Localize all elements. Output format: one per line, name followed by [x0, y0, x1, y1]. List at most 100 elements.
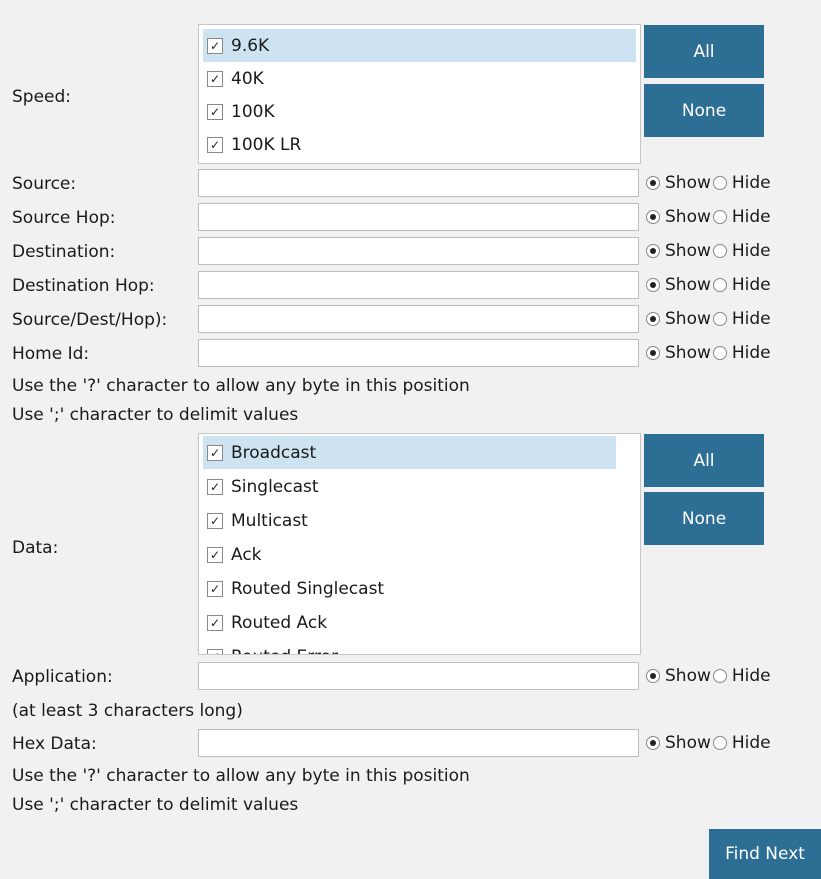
list-item-label: 100K: [231, 101, 275, 122]
data-item-routed-singlecast[interactable]: ✓ Routed Singlecast: [203, 572, 616, 605]
show-option[interactable]: Show: [665, 343, 711, 363]
source-label: Source:: [12, 174, 77, 194]
checkbox-icon[interactable]: ✓: [207, 136, 223, 153]
radio-icon[interactable]: [646, 278, 660, 292]
destination-label: Destination:: [12, 242, 116, 262]
checkbox-icon[interactable]: ✓: [207, 648, 223, 654]
radio-icon[interactable]: [712, 346, 727, 360]
source-hop-label: Source Hop:: [12, 208, 116, 228]
speed-item-100k-lr[interactable]: ✓ 100K LR: [203, 128, 636, 161]
list-item-label: Routed Singlecast: [231, 578, 385, 599]
destination-show-hide: Show Hide: [646, 237, 771, 265]
hint-wildcard-2: Use the '?' character to allow any byte …: [12, 766, 470, 786]
source-hop-input[interactable]: [198, 203, 639, 231]
source-input[interactable]: [198, 169, 639, 197]
checkbox-icon[interactable]: ✓: [207, 546, 223, 563]
radio-icon[interactable]: [646, 312, 660, 326]
show-option[interactable]: Show: [665, 275, 711, 295]
hint-delimiter: Use ';' character to delimit values: [12, 405, 299, 425]
data-all-button[interactable]: All: [644, 434, 764, 487]
source-show-hide: Show Hide: [646, 169, 771, 197]
radio-icon[interactable]: [712, 244, 727, 258]
hide-option[interactable]: Hide: [732, 733, 771, 753]
checkbox-icon[interactable]: ✓: [207, 37, 223, 54]
radio-icon[interactable]: [646, 176, 660, 190]
data-item-ack[interactable]: ✓ Ack: [203, 538, 616, 571]
list-item-label: Multicast: [231, 510, 308, 531]
checkbox-icon[interactable]: ✓: [207, 614, 223, 631]
hint-wildcard: Use the '?' character to allow any byte …: [12, 376, 470, 396]
radio-icon[interactable]: [712, 210, 727, 224]
data-item-broadcast[interactable]: ✓ Broadcast: [203, 436, 616, 469]
data-none-button[interactable]: None: [644, 492, 764, 545]
data-item-singlecast[interactable]: ✓ Singlecast: [203, 470, 616, 503]
source-dest-hop-show-hide: Show Hide: [646, 305, 771, 333]
destination-hop-show-hide: Show Hide: [646, 271, 771, 299]
checkbox-icon[interactable]: ✓: [207, 512, 223, 529]
hide-option[interactable]: Hide: [732, 207, 771, 227]
home-id-input[interactable]: [198, 339, 639, 367]
hide-option[interactable]: Hide: [732, 343, 771, 363]
radio-icon[interactable]: [712, 176, 727, 190]
speed-label: Speed:: [12, 87, 72, 107]
home-id-label: Home Id:: [12, 344, 90, 364]
speed-listbox[interactable]: ✓ 9.6K ✓ 40K ✓ 100K ✓ 100K LR: [198, 24, 641, 164]
speed-none-button[interactable]: None: [644, 84, 764, 137]
hex-data-input[interactable]: [198, 729, 639, 757]
list-item-label: 40K: [231, 68, 264, 89]
list-item-label: 100K LR: [231, 134, 302, 155]
list-item-label: Ack: [231, 544, 262, 565]
source-hop-show-hide: Show Hide: [646, 203, 771, 231]
source-dest-hop-label: Source/Dest/Hop):: [12, 310, 168, 330]
checkbox-icon[interactable]: ✓: [207, 478, 223, 495]
list-item-label: Routed Ack: [231, 612, 328, 633]
radio-icon[interactable]: [712, 278, 727, 292]
destination-hop-label: Destination Hop:: [12, 276, 155, 296]
hide-option[interactable]: Hide: [732, 173, 771, 193]
hide-option[interactable]: Hide: [732, 666, 771, 686]
checkbox-icon[interactable]: ✓: [207, 580, 223, 597]
application-label: Application:: [12, 667, 113, 687]
radio-icon[interactable]: [646, 244, 660, 258]
radio-icon[interactable]: [646, 346, 660, 360]
show-option[interactable]: Show: [665, 241, 711, 261]
checkbox-icon[interactable]: ✓: [207, 103, 223, 120]
application-input[interactable]: [198, 662, 639, 690]
radio-icon[interactable]: [646, 669, 660, 683]
data-listbox[interactable]: ✓ Broadcast ✓ Singlecast ✓ Multicast ✓ A…: [198, 433, 641, 655]
destination-hop-input[interactable]: [198, 271, 639, 299]
list-item-label: Broadcast: [231, 442, 317, 463]
radio-icon[interactable]: [712, 736, 727, 750]
checkbox-icon[interactable]: ✓: [207, 444, 223, 461]
speed-all-button[interactable]: All: [644, 25, 764, 78]
radio-icon[interactable]: [712, 312, 727, 326]
show-option[interactable]: Show: [665, 309, 711, 329]
data-item-routed-ack[interactable]: ✓ Routed Ack: [203, 606, 616, 639]
find-next-button[interactable]: Find Next: [709, 829, 821, 879]
speed-item-100k[interactable]: ✓ 100K: [203, 95, 636, 128]
destination-input[interactable]: [198, 237, 639, 265]
hide-option[interactable]: Hide: [732, 309, 771, 329]
application-hint: (at least 3 characters long): [12, 701, 243, 721]
data-item-multicast[interactable]: ✓ Multicast: [203, 504, 616, 537]
checkbox-icon[interactable]: ✓: [207, 70, 223, 87]
list-item-label: Routed Error: [231, 647, 338, 655]
radio-icon[interactable]: [712, 669, 727, 683]
data-item-routed-error[interactable]: ✓ Routed Error: [203, 640, 616, 655]
show-option[interactable]: Show: [665, 733, 711, 753]
hex-data-label: Hex Data:: [12, 734, 97, 754]
radio-icon[interactable]: [646, 736, 660, 750]
hide-option[interactable]: Hide: [732, 275, 771, 295]
speed-item-40k[interactable]: ✓ 40K: [203, 62, 636, 95]
list-item-label: Singlecast: [231, 476, 319, 497]
speed-item-9-6k[interactable]: ✓ 9.6K: [203, 29, 636, 62]
show-option[interactable]: Show: [665, 173, 711, 193]
hint-delimiter-2: Use ';' character to delimit values: [12, 795, 299, 815]
data-label: Data:: [12, 538, 59, 558]
hide-option[interactable]: Hide: [732, 241, 771, 261]
source-dest-hop-input[interactable]: [198, 305, 639, 333]
show-option[interactable]: Show: [665, 666, 711, 686]
home-id-show-hide: Show Hide: [646, 339, 771, 367]
radio-icon[interactable]: [646, 210, 660, 224]
show-option[interactable]: Show: [665, 207, 711, 227]
